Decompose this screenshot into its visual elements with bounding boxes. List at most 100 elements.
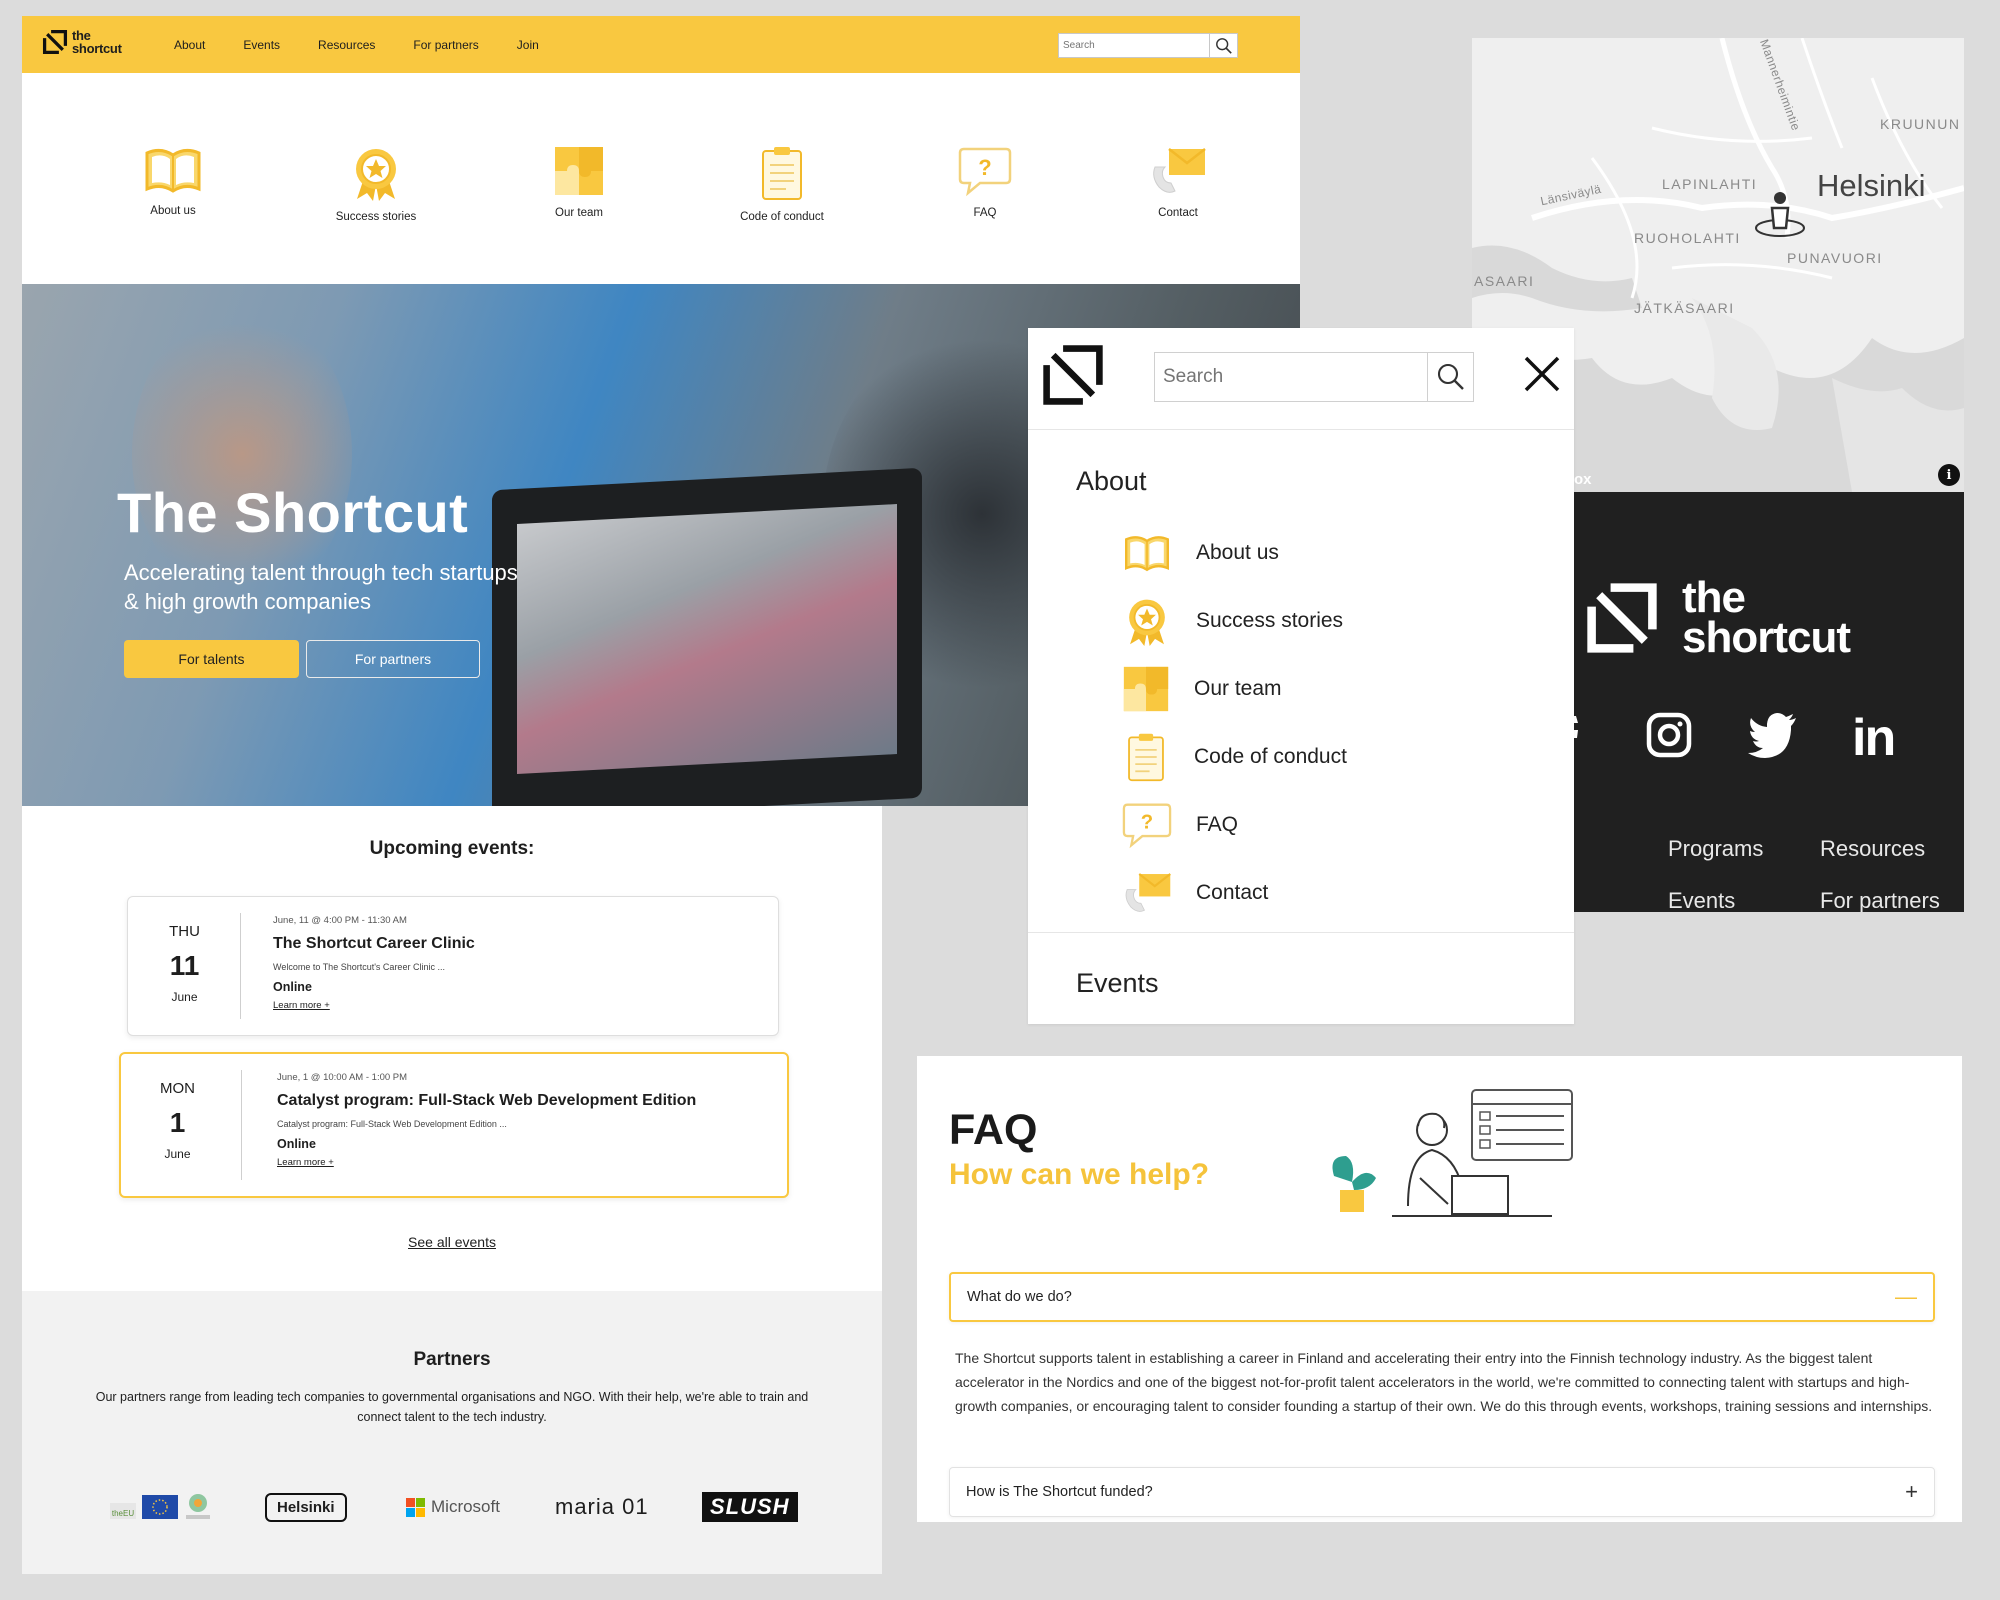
maria-01-logo[interactable]: maria 01 [555, 1487, 649, 1527]
event-description: Welcome to The Shortcut's Career Clinic … [273, 962, 445, 972]
menu-item-faq[interactable]: ? FAQ [1122, 800, 1522, 850]
puzzle-icon [1123, 666, 1169, 712]
event-time: June, 11 @ 4:00 PM - 11:30 AM [273, 915, 407, 926]
clipboard-icon [1128, 733, 1164, 782]
partners-text: Our partners range from leading tech com… [95, 1390, 809, 1424]
map-pin-icon[interactable] [1752, 188, 1808, 244]
contact-link[interactable]: Contact [1098, 145, 1258, 219]
helsinki-logo[interactable]: Helsinki [265, 1487, 347, 1527]
svg-text:?: ? [1141, 812, 1153, 834]
logo-mark-icon[interactable] [1040, 342, 1106, 408]
partners-heading: Partners [413, 1349, 491, 1370]
slush-logo-text: SLUSH [702, 1492, 798, 1522]
menu-divider [1028, 932, 1574, 933]
footer-link-for-partners[interactable]: For partners [1820, 888, 1940, 912]
map-label-ruoholahti: RUOHOLAHTI [1634, 230, 1741, 246]
partner-logos: theEU Helsinki Microsoft maria 01 SLUSH [22, 1487, 882, 1537]
book-icon [1125, 536, 1169, 572]
partners-section: Partners Our partners range from leading… [22, 1291, 882, 1574]
envelope-phone-icon [1125, 873, 1171, 912]
map-attribution[interactable]: ox [1574, 471, 1592, 488]
hero-photo-laptop-screen [517, 504, 897, 774]
see-all-events-link[interactable]: See all events [22, 1234, 882, 1250]
logo-text-line2: shortcut [72, 41, 122, 56]
faq-title: FAQ [949, 1106, 1038, 1154]
event-weekday: THU [169, 923, 200, 940]
book-icon [145, 148, 201, 193]
nav-for-partners[interactable]: For partners [413, 38, 478, 52]
menu-item-label: About us [1196, 541, 1279, 564]
menu-section-about[interactable]: About [1076, 466, 1147, 497]
menu-item-code-of-conduct[interactable]: Code of conduct [1122, 732, 1522, 782]
contact-label: Contact [1158, 207, 1198, 219]
linkedin-icon[interactable]: in [1852, 708, 1896, 768]
menu-item-success-stories[interactable]: Success stories [1122, 596, 1522, 646]
menu-item-label: Contact [1196, 881, 1269, 904]
menu-item-label: FAQ [1196, 813, 1239, 836]
event-card-highlighted[interactable]: MON 1 June June, 1 @ 10:00 AM - 1:00 PM … [119, 1052, 789, 1198]
event-day: 1 [169, 1107, 186, 1138]
info-icon[interactable]: i [1938, 464, 1960, 486]
map-label-asaari: ASAARI [1474, 273, 1535, 289]
eu-logo[interactable]: theEU [110, 1487, 220, 1527]
nav-events[interactable]: Events [243, 38, 280, 52]
for-talents-button[interactable]: For talents [124, 640, 299, 678]
success-stories-link[interactable]: Success stories [296, 145, 456, 223]
collapse-icon[interactable]: — [1895, 1284, 1917, 1310]
map-city-label: Helsinki [1817, 168, 1926, 203]
code-of-conduct-link[interactable]: Code of conduct [702, 145, 862, 223]
nav-join[interactable]: Join [517, 38, 539, 52]
site-logo[interactable]: the shortcut [42, 29, 122, 55]
nav-about[interactable]: About [174, 38, 205, 52]
event-info: June, 11 @ 4:00 PM - 11:30 AM The Shortc… [273, 915, 768, 1011]
close-icon[interactable] [1522, 354, 1562, 394]
main-nav: About Events Resources For partners Join [174, 16, 577, 73]
event-title: Catalyst program: Full-Stack Web Develop… [277, 1092, 697, 1109]
event-card[interactable]: THU 11 June June, 11 @ 4:00 PM - 11:30 A… [127, 896, 779, 1036]
maria-01-logo-text: maria 01 [555, 1494, 649, 1519]
hero-tagline-line2: & high growth companies [124, 589, 372, 614]
our-team-link[interactable]: Our team [499, 145, 659, 219]
person-at-laptop-illustration [1332, 1089, 1573, 1217]
events-heading: Upcoming events: [369, 838, 535, 859]
footer-link-resources[interactable]: Resources [1820, 836, 1925, 862]
menu-item-about-us[interactable]: About us [1122, 528, 1522, 578]
map-label-jatkasaari: JÄTKÄSAARI [1634, 300, 1735, 316]
microsoft-logo[interactable]: Microsoft [406, 1487, 500, 1527]
menu-item-our-team[interactable]: Our team [1122, 664, 1522, 714]
expand-icon[interactable]: + [1905, 1479, 1918, 1505]
clipboard-icon [762, 147, 802, 200]
faq-question-what-do-we-do[interactable]: What do we do? — [949, 1272, 1935, 1322]
twitter-icon[interactable] [1748, 712, 1798, 758]
success-stories-label: Success stories [335, 211, 417, 223]
our-team-label: Our team [555, 207, 603, 219]
mobile-search-button[interactable] [1427, 353, 1473, 401]
menu-item-contact[interactable]: Contact [1122, 868, 1522, 918]
instagram-icon[interactable] [1646, 712, 1692, 758]
footer-link-programs[interactable]: Programs [1668, 836, 1763, 862]
map-label-kruunun: KRUUNUN [1880, 116, 1961, 132]
microsoft-logo-text: Microsoft [431, 1497, 500, 1516]
eu-flag-icon: theEU [110, 1494, 210, 1519]
about-us-link[interactable]: About us [93, 145, 253, 217]
footer-dark: the shortcut in Programs Resources Event… [1570, 492, 1964, 912]
search-input[interactable] [1059, 34, 1209, 57]
menu-item-label: Code of conduct [1194, 745, 1347, 768]
menu-section-events[interactable]: Events [1076, 968, 1159, 999]
event-month: June [164, 1147, 191, 1161]
event-description: Catalyst program: Full-Stack Web Develop… [277, 1119, 507, 1129]
search-button[interactable] [1209, 34, 1237, 57]
event-title: The Shortcut Career Clinic [273, 935, 475, 952]
mobile-search-input[interactable] [1155, 353, 1427, 401]
faq-link[interactable]: ? FAQ [905, 145, 1065, 219]
learn-more-link[interactable]: Learn more + [277, 1157, 777, 1168]
for-partners-button[interactable]: For partners [306, 640, 480, 678]
faq-question-how-funded[interactable]: How is The Shortcut funded? + [949, 1467, 1935, 1517]
learn-more-link[interactable]: Learn more + [273, 1000, 768, 1011]
slush-logo[interactable]: SLUSH [702, 1487, 798, 1527]
nav-resources[interactable]: Resources [318, 38, 375, 52]
search-icon [1215, 37, 1232, 54]
footer-logo[interactable]: the shortcut [1584, 576, 1851, 660]
footer-link-events[interactable]: Events [1668, 888, 1735, 912]
upcoming-events-section: Upcoming events: THU 11 June June, 11 @ … [22, 806, 882, 1306]
